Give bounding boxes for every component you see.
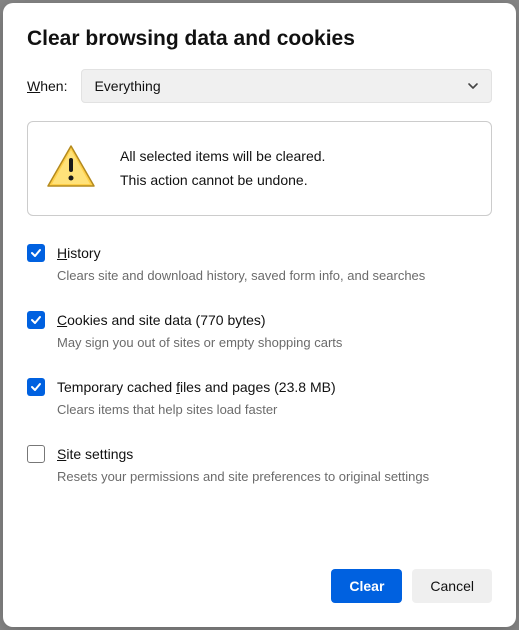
checkbox-history[interactable] (27, 244, 45, 262)
option-cookies-label[interactable]: Cookies and site data (770 bytes) (57, 312, 266, 328)
dialog-footer: Clear Cancel (27, 549, 492, 603)
option-site-settings-desc: Resets your permissions and site prefere… (57, 469, 492, 484)
when-select-value: Everything (94, 78, 160, 94)
option-site-settings: Site settings Resets your permissions an… (27, 445, 492, 484)
warning-box: All selected items will be cleared. This… (27, 121, 492, 216)
checkbox-cache[interactable] (27, 378, 45, 396)
dialog-title: Clear browsing data and cookies (27, 27, 492, 51)
when-label: When: (27, 78, 67, 94)
when-row: When: Everything (27, 69, 492, 103)
warning-icon (46, 144, 96, 193)
option-cookies: Cookies and site data (770 bytes) May si… (27, 311, 492, 350)
option-history-label[interactable]: History (57, 245, 101, 261)
option-cache: Temporary cached files and pages (23.8 M… (27, 378, 492, 417)
warning-text: All selected items will be cleared. This… (120, 145, 325, 193)
options-list: History Clears site and download history… (27, 244, 492, 484)
clear-button[interactable]: Clear (331, 569, 402, 603)
option-cache-label[interactable]: Temporary cached files and pages (23.8 M… (57, 379, 336, 395)
option-cache-desc: Clears items that help sites load faster (57, 402, 492, 417)
option-history: History Clears site and download history… (27, 244, 492, 283)
option-site-settings-label[interactable]: Site settings (57, 446, 133, 462)
option-history-desc: Clears site and download history, saved … (57, 268, 492, 283)
checkbox-cookies[interactable] (27, 311, 45, 329)
clear-data-dialog: Clear browsing data and cookies When: Ev… (3, 3, 516, 627)
checkbox-site-settings[interactable] (27, 445, 45, 463)
option-cookies-desc: May sign you out of sites or empty shopp… (57, 335, 492, 350)
chevron-down-icon (467, 80, 479, 92)
cancel-button[interactable]: Cancel (412, 569, 492, 603)
when-select[interactable]: Everything (81, 69, 492, 103)
